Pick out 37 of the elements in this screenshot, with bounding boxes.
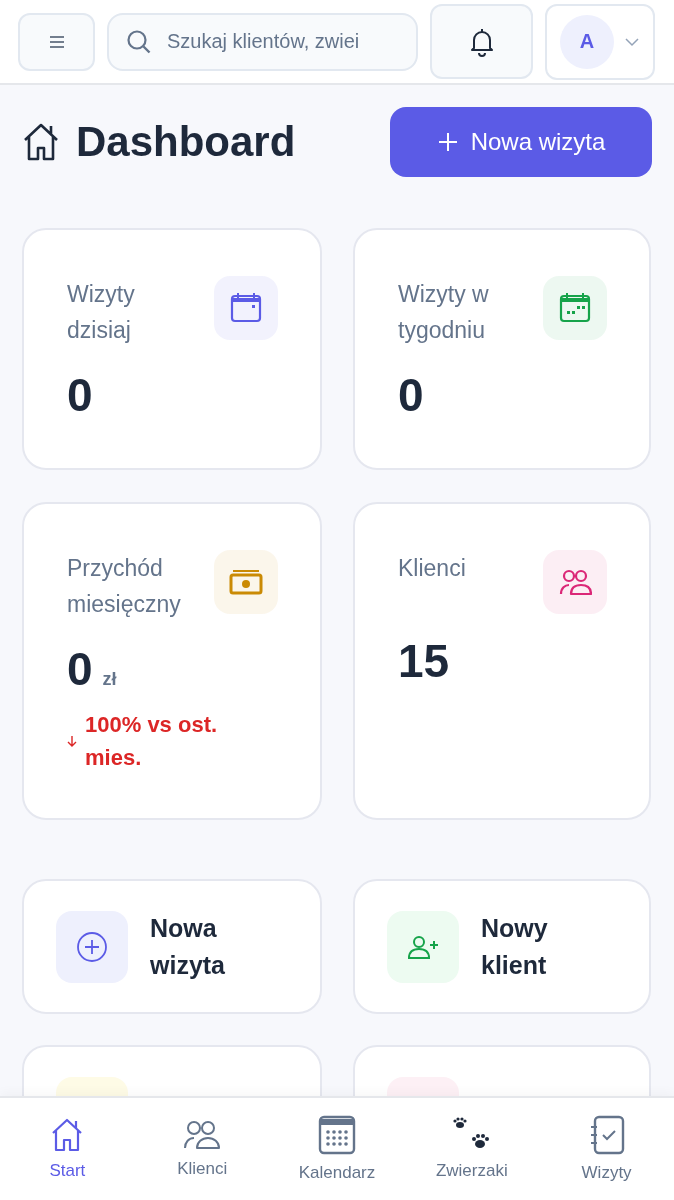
- stat-value: 0: [67, 642, 93, 696]
- user-menu-button[interactable]: A: [545, 3, 655, 80]
- currency-unit: zł: [102, 669, 117, 690]
- stat-label: Klienci: [398, 554, 466, 583]
- nav-tab[interactable]: Klienci: [134, 1098, 270, 1200]
- search-field[interactable]: Szukaj klientów, zwiei: [107, 12, 418, 71]
- nav-tab[interactable]: Wizyty: [539, 1098, 674, 1200]
- menu-button[interactable]: [18, 12, 95, 71]
- quick-action-button[interactable]: Nowy klient: [353, 879, 651, 1014]
- plus-circle-icon: [76, 930, 108, 963]
- search-icon: [125, 27, 153, 56]
- quick-action-button[interactable]: Nowa wizyta: [22, 879, 322, 1014]
- plus-icon: [436, 131, 459, 153]
- menu-icon: [47, 34, 66, 49]
- avatar: A: [560, 14, 614, 69]
- nav-tab[interactable]: Start: [0, 1098, 135, 1200]
- stat-label: Przychód miesięczny: [67, 554, 182, 619]
- users-icon: [182, 1119, 223, 1151]
- home-icon: [22, 122, 60, 162]
- stat-value: 0: [398, 368, 424, 422]
- stat-value: 15: [398, 634, 450, 688]
- stat-value: 0: [67, 368, 93, 422]
- page-title: Dashboard: [76, 118, 296, 166]
- chevron-down-icon: [624, 36, 640, 47]
- calendar-icon: [558, 291, 592, 325]
- nav-tab[interactable]: Kalendarz: [269, 1098, 405, 1200]
- stat-label: Wizyty dzisiaj: [67, 280, 136, 345]
- new-visit-button[interactable]: Nowa wizyta: [390, 107, 652, 177]
- users-icon: [558, 567, 592, 597]
- checklist-icon: [588, 1115, 625, 1155]
- notifications-button[interactable]: [430, 4, 533, 79]
- stat-label: Wizyty w tygodniu: [398, 280, 490, 345]
- trend-text: 100% vs ost. mies.: [85, 711, 219, 772]
- calendar-icon: [318, 1115, 356, 1155]
- nav-tab[interactable]: Zwierzaki: [404, 1098, 540, 1200]
- calendar-icon: [229, 291, 263, 325]
- banknote-icon: [229, 568, 263, 596]
